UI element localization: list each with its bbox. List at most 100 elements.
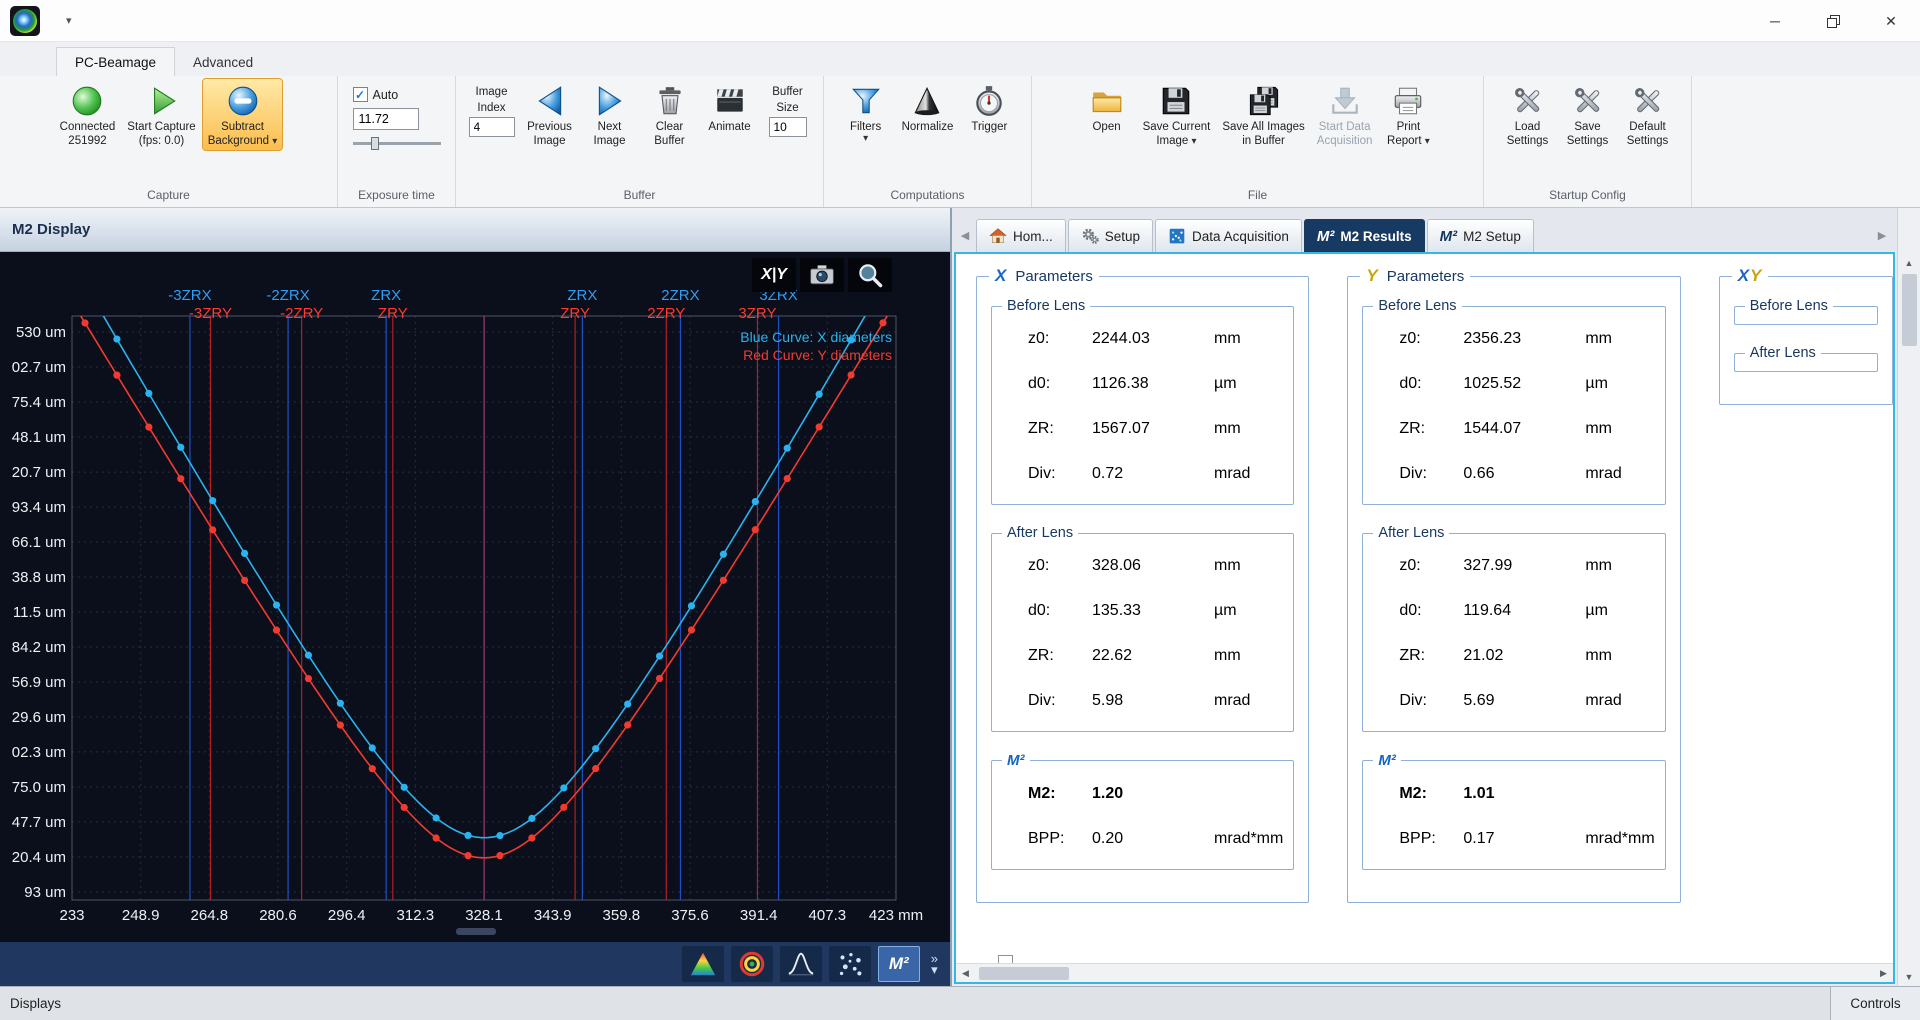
tab-m2-results[interactable]: M² M2 Results (1304, 219, 1425, 252)
tools-icon (1511, 84, 1545, 118)
param-value: 1126.38 (1092, 375, 1214, 393)
param-row: ZR:22.62mm (1002, 633, 1283, 678)
exposure-slider-thumb[interactable] (371, 137, 379, 150)
exposure-slider[interactable] (353, 136, 441, 150)
save-current-image-button[interactable]: Save Current Image ▾ (1138, 79, 1216, 150)
start-capture-button[interactable]: Start Capture (fps: 0.0) (122, 79, 200, 150)
start-data-acquisition-button[interactable]: Start Data Acquisition (1312, 79, 1378, 150)
minimize-button[interactable]: ─ (1746, 0, 1804, 42)
connected-status-icon (70, 84, 104, 118)
param-value: 21.02 (1463, 647, 1585, 665)
beam-profile-display-button[interactable] (682, 946, 724, 982)
tab-home[interactable]: Hom... (976, 219, 1066, 252)
save-current-label: Save Current (1143, 120, 1211, 134)
svg-text:48.1 um: 48.1 um (12, 429, 66, 446)
auto-exposure-checkbox[interactable]: ✓ (353, 87, 368, 102)
filters-button[interactable]: Filters ▾ (837, 79, 895, 146)
svg-text:ZRY: ZRY (560, 305, 590, 322)
load-settings-button[interactable]: Load Settings (1499, 79, 1557, 150)
restore-button[interactable] (1804, 0, 1862, 42)
next-image-button[interactable]: Next Image (581, 79, 639, 150)
animate-button[interactable]: Animate (701, 79, 759, 136)
svg-text:407.3: 407.3 (809, 907, 847, 924)
close-button[interactable]: ✕ (1862, 0, 1920, 42)
toggle-xy-curves-button[interactable]: X|Y (752, 258, 796, 292)
play-icon (145, 84, 179, 118)
param-row: BPP:0.20mrad*mm (1002, 816, 1283, 861)
svg-text:391.4: 391.4 (740, 907, 778, 924)
hscroll-left-button[interactable]: ◀ (956, 968, 975, 979)
tracking-display-button[interactable] (829, 946, 871, 982)
svg-text:-2ZRX: -2ZRX (266, 287, 309, 304)
connected-button[interactable]: Connected 251992 (55, 79, 121, 150)
horizontal-scrollbar[interactable]: ◀ ▶ (956, 963, 1893, 982)
axis-letter: X (995, 266, 1006, 285)
previous-label: Previous (527, 120, 572, 134)
tab-m2-setup[interactable]: M² M2 Setup (1427, 219, 1534, 252)
svg-text:56.9 um: 56.9 um (12, 674, 66, 691)
clear-label-2: Buffer (654, 134, 684, 148)
vscroll-thumb[interactable] (1902, 274, 1917, 346)
ribbon-tab-pc-beamage[interactable]: PC-Beamage (56, 47, 175, 76)
print-report-button[interactable]: Print Report ▾ (1379, 79, 1437, 150)
hscroll-thumb[interactable] (979, 967, 1069, 980)
svg-text:20.7 um: 20.7 um (12, 464, 66, 481)
svg-text:264.8: 264.8 (191, 907, 229, 924)
param-group-before-lens: Before Lensz0:2244.03mmd0:1126.38µmZR:15… (991, 298, 1294, 505)
normalize-button[interactable]: Normalize (897, 79, 959, 136)
hscroll-right-button[interactable]: ▶ (1874, 968, 1893, 979)
capture-group-label: Capture (4, 187, 333, 207)
computations-group-label: Computations (828, 187, 1027, 207)
app-logo-icon[interactable] (10, 6, 40, 36)
3d-display-button[interactable] (780, 946, 822, 982)
exposure-time-input[interactable] (353, 108, 419, 130)
controls-panel-tab[interactable]: Controls (1830, 987, 1920, 1020)
right-panel-tab-strip: ◀ Hom... Setup Data Acquisition M² M2 Re… (952, 208, 1897, 252)
2d-display-button[interactable] (731, 946, 773, 982)
svg-text:20.4 um: 20.4 um (12, 849, 66, 866)
param-value: 327.99 (1463, 557, 1585, 575)
save-all-images-button[interactable]: Save All Images in Buffer (1217, 79, 1309, 150)
more-displays-button[interactable]: » ▾ (931, 953, 938, 975)
subtract-label: Subtract (221, 120, 264, 134)
previous-image-button[interactable]: Previous Image (521, 79, 579, 150)
print-dropdown-icon[interactable]: ▾ (1425, 136, 1430, 147)
ribbon-tab-row: PC-Beamage Advanced (0, 42, 1920, 76)
image-index-input[interactable] (469, 117, 515, 137)
tab-setup[interactable]: Setup (1068, 219, 1153, 252)
svg-text:248.9: 248.9 (122, 907, 160, 924)
m2-display-button[interactable]: M² (878, 946, 920, 982)
tab-scroll-right-button[interactable]: ▶ (1875, 229, 1889, 242)
param-value: 1.01 (1463, 785, 1585, 803)
subtract-dropdown-icon[interactable]: ▾ (272, 136, 277, 147)
start-acq-label-2: Acquisition (1317, 134, 1373, 148)
open-button[interactable]: Open (1078, 79, 1136, 136)
param-unit: mrad*mm (1585, 830, 1654, 848)
subtract-background-button[interactable]: Subtract Background ▾ (203, 79, 283, 150)
default-settings-button[interactable]: Default Settings (1619, 79, 1677, 150)
vscroll-down-button[interactable]: ▼ (1905, 968, 1914, 986)
vscroll-up-button[interactable]: ▲ (1905, 254, 1914, 272)
zoom-button[interactable] (848, 258, 892, 292)
buffer-size-input[interactable] (769, 117, 807, 137)
tab-scroll-left-button[interactable]: ◀ (958, 229, 972, 242)
displays-panel-tab[interactable]: Displays (0, 987, 1830, 1020)
hscroll-track[interactable] (975, 964, 1874, 982)
scatter-dots-icon (835, 949, 865, 979)
snapshot-button[interactable] (800, 258, 844, 292)
save-settings-button[interactable]: Save Settings (1559, 79, 1617, 150)
param-unit: mm (1585, 330, 1612, 348)
concentric-rings-icon (737, 949, 767, 979)
save-current-dropdown-icon[interactable]: ▾ (1192, 136, 1197, 147)
tab-data-acquisition[interactable]: Data Acquisition (1155, 219, 1302, 252)
clear-buffer-button[interactable]: Clear Buffer (641, 79, 699, 150)
buffer-size-label: Buffer (772, 85, 802, 99)
trigger-button[interactable]: Trigger (960, 79, 1018, 136)
load-settings-label: Load (1515, 120, 1541, 134)
quick-access-chevron-icon[interactable]: ▾ (66, 14, 72, 27)
ribbon-group-buffer: Image Index Previous Image Next Image Cl… (456, 76, 824, 207)
ribbon-tab-advanced[interactable]: Advanced (175, 48, 271, 76)
vertical-scrollbar[interactable]: ▲ ▼ (1897, 208, 1920, 986)
param-group-after-lens: After Lensz0:328.06mmd0:135.33µmZR:22.62… (991, 525, 1294, 732)
filters-dropdown-icon[interactable]: ▾ (863, 134, 868, 144)
